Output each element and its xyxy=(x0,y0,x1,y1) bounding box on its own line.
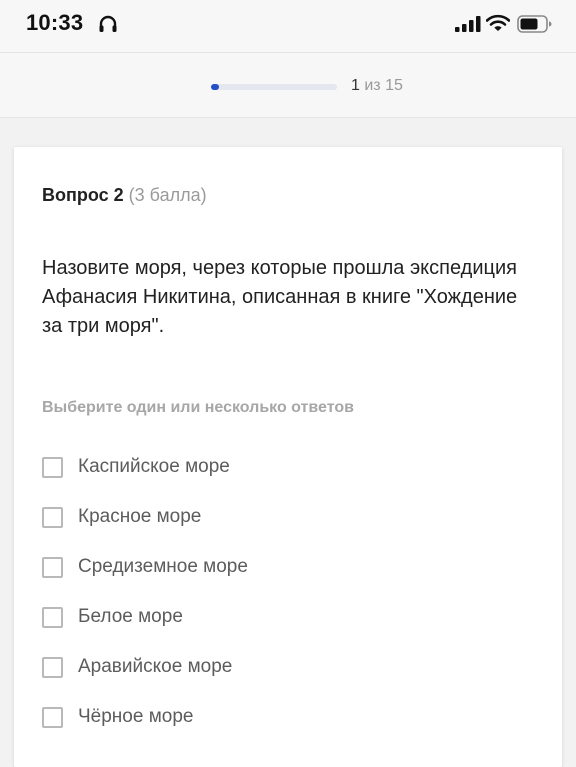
battery-icon xyxy=(517,15,552,33)
option-white-sea[interactable]: Белое море xyxy=(42,602,522,632)
wifi-icon xyxy=(486,14,510,31)
checkbox[interactable] xyxy=(42,556,63,578)
option-label: Каспийское море xyxy=(78,456,230,477)
progress-counter: 1 из 15 xyxy=(351,77,403,95)
signal-icon xyxy=(455,16,481,32)
option-label: Белое море xyxy=(78,606,183,627)
status-bar: 10:33 xyxy=(0,0,576,52)
question-number: Вопрос 2 xyxy=(42,185,124,205)
question-card: Вопрос 2 (3 балла) Назовите моря, через … xyxy=(14,147,562,767)
checkbox[interactable] xyxy=(42,706,63,728)
progress-area: 1 из 15 xyxy=(0,52,576,118)
question-header: Вопрос 2 (3 балла) xyxy=(42,185,207,206)
option-label: Аравийское море xyxy=(78,656,233,677)
progress-current: 1 xyxy=(351,77,360,94)
option-label: Чёрное море xyxy=(78,706,194,727)
progress-total: 15 xyxy=(385,77,403,94)
checkbox[interactable] xyxy=(42,606,63,628)
status-time: 10:33 xyxy=(26,10,84,35)
option-black-sea[interactable]: Чёрное море xyxy=(42,702,522,732)
question-text: Назовите моря, через которые прошла эксп… xyxy=(42,257,518,337)
option-caspian-sea[interactable]: Каспийское море xyxy=(42,452,522,482)
option-label: Красное море xyxy=(78,506,202,527)
checkbox[interactable] xyxy=(42,456,63,478)
checkbox[interactable] xyxy=(42,506,63,528)
answer-instruction: Выберите один или несколько ответов xyxy=(42,399,354,416)
option-red-sea[interactable]: Красное море xyxy=(42,502,522,532)
checkbox[interactable] xyxy=(42,656,63,678)
question-points: (3 балла) xyxy=(128,185,207,205)
progress-separator: из xyxy=(364,77,381,94)
progress-bar xyxy=(211,84,337,90)
option-mediterranean-sea[interactable]: Средиземное море xyxy=(42,552,522,582)
option-arabian-sea[interactable]: Аравийское море xyxy=(42,652,522,682)
headphones-icon xyxy=(99,15,117,32)
progress-bar-fill xyxy=(211,84,220,90)
option-label: Средиземное море xyxy=(78,556,248,577)
